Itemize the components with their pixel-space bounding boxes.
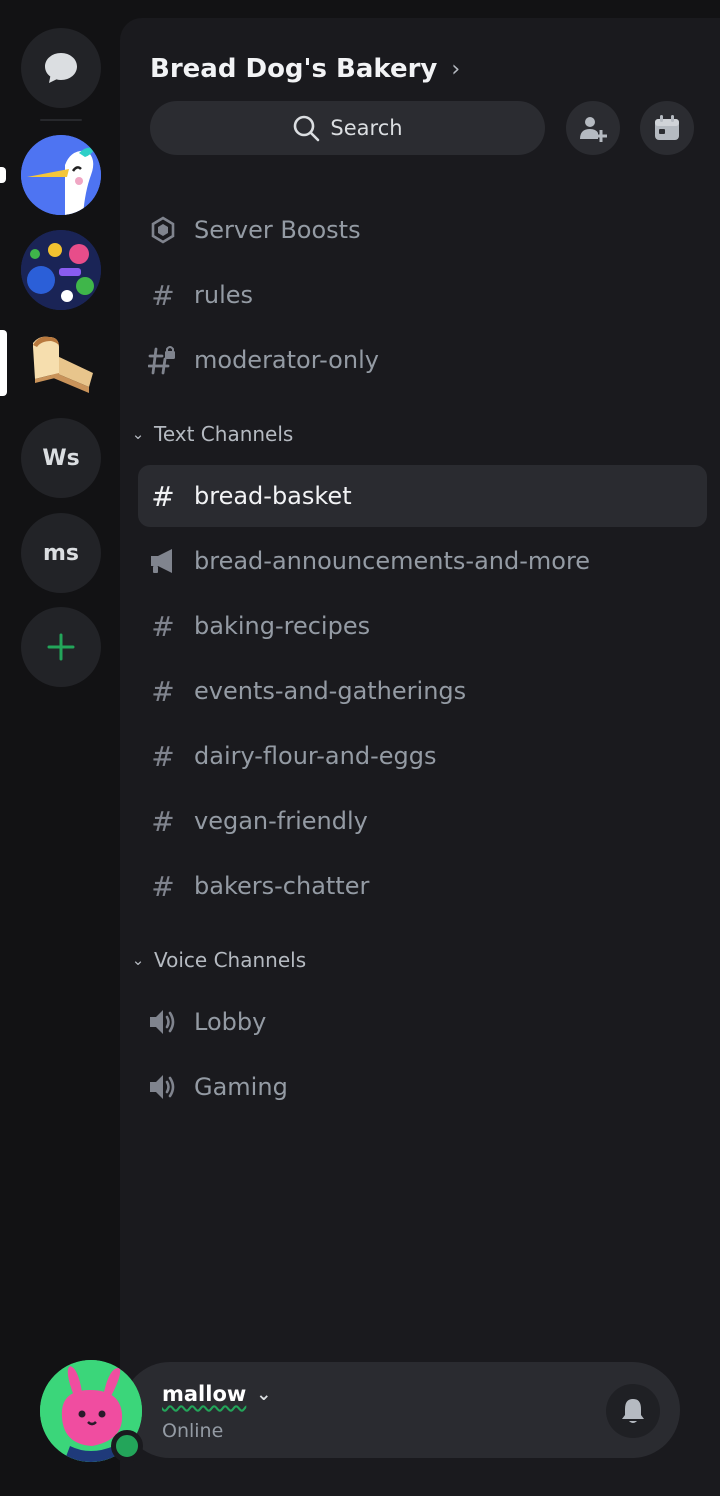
channel-label: vegan-friendly: [194, 807, 368, 835]
search-icon: [294, 115, 320, 142]
server-icon-bird[interactable]: [21, 135, 101, 215]
server-name: Bread Dog's Bakery: [150, 54, 438, 84]
chat-bubble-icon: [45, 53, 77, 83]
bread-icon: [33, 336, 93, 393]
server-boosts-item[interactable]: Server Boosts: [138, 199, 707, 261]
hash-icon: #: [151, 278, 175, 312]
server-icon-ws[interactable]: Ws: [21, 418, 101, 498]
channel-bakers-chatter[interactable]: # bakers-chatter: [138, 855, 707, 917]
channel-label: Server Boosts: [194, 216, 361, 244]
channel-label: events-and-gatherings: [194, 677, 467, 705]
channel-bread-basket[interactable]: # bread-basket: [138, 465, 707, 527]
channel-events-and-gatherings[interactable]: # events-and-gatherings: [138, 660, 707, 722]
channel-label: rules: [194, 281, 254, 309]
hash-icon: #: [151, 609, 175, 643]
direct-messages-button[interactable]: [21, 28, 101, 108]
server-initials: Ws: [42, 445, 80, 471]
bird-avatar-icon: [21, 135, 101, 215]
chevron-down-icon: ⌄: [256, 1383, 272, 1405]
voice-channel-gaming[interactable]: Gaming: [138, 1056, 707, 1118]
announcement-icon: [138, 548, 194, 574]
unread-indicator: [0, 167, 6, 183]
server-icon-bread[interactable]: [21, 325, 101, 405]
add-server-button[interactable]: [21, 607, 101, 687]
chevron-down-icon: ⌄: [131, 951, 145, 969]
username-button[interactable]: mallow ⌄: [162, 1382, 271, 1406]
hash-icon: #: [151, 739, 175, 773]
channel-label: bakers-chatter: [194, 872, 370, 900]
voice-channel-lobby[interactable]: Lobby: [138, 991, 707, 1053]
invite-members-button[interactable]: [566, 101, 620, 155]
channel-label: baking-recipes: [194, 612, 371, 640]
notifications-button[interactable]: [606, 1384, 660, 1438]
category-text-channels[interactable]: ⌄ Text Channels: [130, 419, 294, 449]
hash-icon: #: [151, 479, 175, 513]
user-status-text: Online: [162, 1420, 224, 1442]
channel-moderator-only[interactable]: moderator-only: [138, 329, 707, 391]
hash-icon: #: [151, 674, 175, 708]
server-header[interactable]: Bread Dog's Bakery ›: [150, 50, 460, 88]
category-label: Voice Channels: [154, 948, 307, 972]
channel-rules[interactable]: # rules: [138, 264, 707, 326]
user-panel[interactable]: [122, 1362, 680, 1458]
channel-label: Lobby: [194, 1008, 267, 1036]
bell-icon: [622, 1399, 644, 1423]
speaker-icon: [138, 1073, 194, 1101]
category-voice-channels[interactable]: ⌄ Voice Channels: [130, 945, 306, 975]
speaker-icon: [138, 1008, 194, 1036]
selected-server-indicator: [0, 330, 7, 396]
search-bar[interactable]: Search: [150, 101, 545, 155]
channel-label: Gaming: [194, 1073, 288, 1101]
channel-vegan-friendly[interactable]: # vegan-friendly: [138, 790, 707, 852]
hash-icon: #: [151, 869, 175, 903]
server-initials: ms: [42, 540, 80, 566]
channel-baking-recipes[interactable]: # baking-recipes: [138, 595, 707, 657]
username: mallow: [162, 1382, 247, 1406]
rail-separator: [40, 119, 82, 121]
locked-hash-icon: [138, 345, 194, 375]
chevron-down-icon: ⌄: [131, 425, 145, 443]
server-rail: Ws ms: [0, 0, 122, 1496]
hash-icon: #: [151, 804, 175, 838]
plus-icon: [47, 633, 75, 661]
chevron-right-icon: ›: [451, 56, 461, 82]
category-label: Text Channels: [154, 422, 294, 446]
channel-label: bread-announcements-and-more: [194, 547, 591, 575]
channel-label: bread-basket: [194, 482, 352, 510]
channel-label: dairy-flour-and-eggs: [194, 742, 437, 770]
server-icon-ms[interactable]: ms: [21, 513, 101, 593]
channel-bread-announcements-and-more[interactable]: bread-announcements-and-more: [138, 530, 707, 592]
add-member-icon: [580, 117, 607, 142]
boost-shield-icon: [138, 216, 194, 244]
channel-dairy-flour-and-eggs[interactable]: # dairy-flour-and-eggs: [138, 725, 707, 787]
search-label: Search: [330, 116, 403, 140]
channel-label: moderator-only: [194, 346, 379, 374]
calendar-icon: [655, 115, 679, 140]
server-icon-party[interactable]: [21, 230, 101, 310]
online-status-indicator: [111, 1430, 143, 1462]
party-avatar-icon: [21, 230, 101, 310]
events-button[interactable]: [640, 101, 694, 155]
